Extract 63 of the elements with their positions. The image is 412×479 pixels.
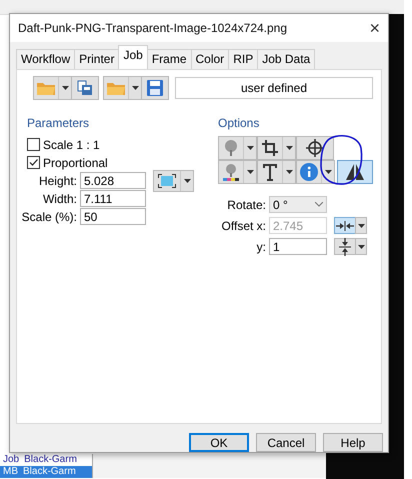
preset-field[interactable]: user defined xyxy=(175,76,373,99)
input-field[interactable]: 1 xyxy=(269,238,327,256)
checkbox[interactable] xyxy=(27,156,40,170)
window-title: Daft-Punk-PNG-Transparent-Image-1024x724.png xyxy=(18,20,288,35)
tab[interactable]: Workflow xyxy=(16,48,76,69)
horizontal-arrows-icon xyxy=(336,220,354,231)
caret-icon xyxy=(286,170,292,174)
field-label: Offset x: xyxy=(220,218,266,233)
align-button[interactable] xyxy=(334,238,356,256)
caret-icon xyxy=(246,146,254,150)
mirror-button[interactable] xyxy=(337,160,373,184)
caret-icon xyxy=(358,244,364,249)
dialog-button[interactable]: OK xyxy=(189,433,249,452)
fit-size-button[interactable] xyxy=(153,170,194,192)
field-label: Width: xyxy=(42,192,77,206)
list-row[interactable]: Job Black-Garm xyxy=(0,454,92,466)
color-button[interactable] xyxy=(218,160,257,184)
tab[interactable]: Job xyxy=(118,44,148,69)
dropdown-button[interactable] xyxy=(355,217,367,234)
mirror-icon xyxy=(345,164,365,180)
info-icon xyxy=(300,162,318,181)
checkbox-label: Scale 1 : 1 xyxy=(43,138,100,152)
input-field[interactable]: 5.028 xyxy=(80,172,146,190)
save-button[interactable] xyxy=(142,76,169,100)
crosshair-icon xyxy=(306,138,324,157)
input-field[interactable]: 50 xyxy=(80,208,146,226)
field-label: Scale (%): xyxy=(20,210,77,224)
section-title: Options xyxy=(218,116,260,130)
text-icon xyxy=(262,162,278,181)
fit-frame-icon xyxy=(158,174,176,188)
field-label: y: xyxy=(256,240,266,254)
caret-icon xyxy=(62,86,68,90)
crop-icon xyxy=(262,140,278,156)
crop-button[interactable] xyxy=(257,136,296,160)
tab[interactable]: Job Data xyxy=(257,48,316,69)
copy-button[interactable] xyxy=(72,76,99,100)
image-button[interactable] xyxy=(218,136,257,160)
caret-icon xyxy=(324,170,332,174)
rotate-dropdown[interactable]: 0 ° xyxy=(269,196,327,214)
chevron-icon xyxy=(315,202,323,208)
dropdown-button[interactable] xyxy=(355,238,367,256)
crosshair-button[interactable] xyxy=(296,136,334,160)
dialog-button[interactable]: Help xyxy=(323,433,383,452)
checkbox-label: Proportional xyxy=(43,156,108,170)
caret-icon xyxy=(132,86,138,90)
tree-icon xyxy=(222,138,240,157)
info-button[interactable] xyxy=(296,160,335,184)
field-label: Rotate: xyxy=(226,198,266,212)
caret-icon xyxy=(286,146,292,150)
section-title: Parameters xyxy=(27,116,90,130)
close-button[interactable]: × xyxy=(369,18,380,37)
dialog-button[interactable]: Cancel xyxy=(256,433,316,452)
text-button[interactable] xyxy=(257,160,296,184)
field-label: Height: xyxy=(38,174,77,188)
vertical-arrows-icon xyxy=(339,238,351,256)
checkbox[interactable] xyxy=(27,138,40,152)
caret-icon xyxy=(246,170,254,174)
input-field[interactable]: 7.111 xyxy=(80,190,146,208)
copy-icon xyxy=(77,80,93,96)
colored-tree-icon xyxy=(222,162,240,181)
list-row[interactable]: MB Black-Garm xyxy=(0,466,92,478)
caret-icon xyxy=(184,178,190,183)
caret-icon xyxy=(358,224,364,228)
